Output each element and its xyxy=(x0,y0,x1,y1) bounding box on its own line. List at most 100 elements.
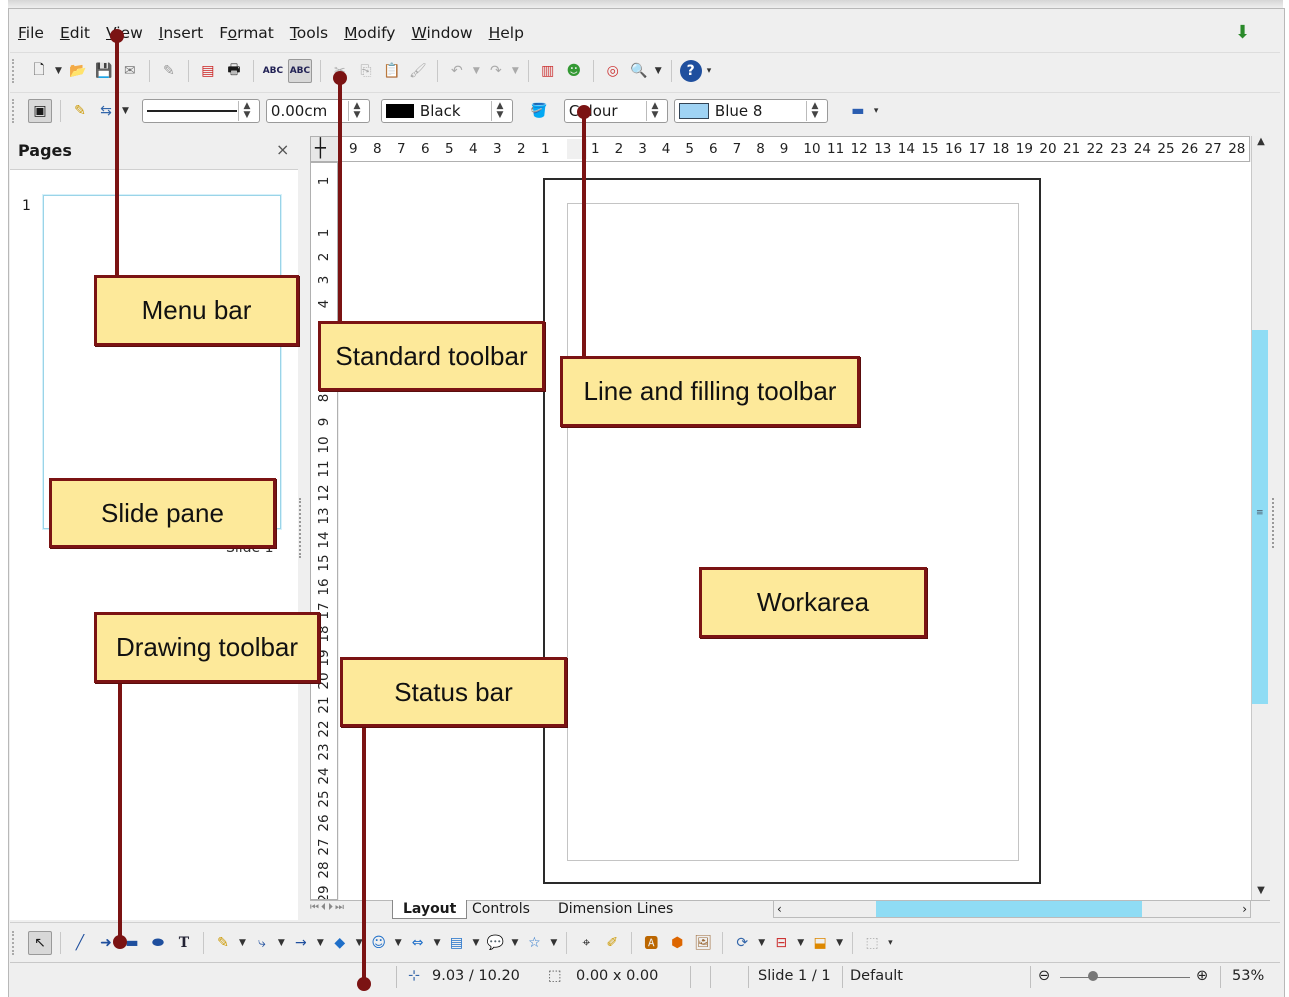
toolbar-overflow-arrow[interactable]: ▾ xyxy=(707,66,712,76)
menu-item-edit[interactable]: Edit xyxy=(52,24,98,42)
line-tool-icon[interactable]: ╱ xyxy=(69,932,91,954)
symbol-shapes-icon[interactable]: ☺ xyxy=(368,932,390,954)
undo-dropdown-arrow[interactable]: ▼ xyxy=(473,66,480,76)
line-color-spinner[interactable]: ▲ ▼ xyxy=(490,101,508,121)
area-color-spinner[interactable]: ▲ ▼ xyxy=(805,101,823,121)
tab-navigation-icon[interactable]: ⏮⏴⏵⏭ xyxy=(310,902,346,913)
tab-layout[interactable]: Layout xyxy=(392,900,468,919)
styles-icon[interactable]: ▣ xyxy=(28,99,52,123)
toolbar-grip[interactable] xyxy=(12,59,20,83)
menu-item-view[interactable]: View xyxy=(98,24,151,42)
menu-item-file[interactable]: File xyxy=(10,24,52,42)
basic-shapes-icon[interactable]: ◆ xyxy=(329,932,351,954)
area-style-spinner[interactable]: ▲ ▼ xyxy=(645,101,663,121)
menu-item-format[interactable]: Format xyxy=(211,24,282,42)
alignment-icon[interactable]: ⊟ xyxy=(770,932,792,954)
text-tool-icon[interactable]: T xyxy=(173,932,195,954)
toolbar-grip[interactable] xyxy=(12,931,20,955)
block-arrows-dropdown[interactable]: ▼ xyxy=(434,938,441,948)
horizontal-ruler[interactable]: 9 8 7 6 5 4 3 2 1 1 2 3 4 5 6 7 8 9 10 11 12 13 14 15 16 17 18 19 20… xyxy=(310,136,1250,162)
arrange-icon[interactable]: ⬓ xyxy=(809,932,831,954)
close-icon[interactable]: × xyxy=(276,140,289,159)
fontwork-icon[interactable]: 🅰 xyxy=(640,932,662,954)
splitter-grip[interactable] xyxy=(299,498,307,558)
image-icon[interactable]: 🖼 xyxy=(692,932,714,954)
symbol-shapes-dropdown[interactable]: ▼ xyxy=(395,938,402,948)
redo-dropdown-arrow[interactable]: ▼ xyxy=(512,66,519,76)
zoom-out-icon[interactable]: ⊖ xyxy=(1038,968,1050,984)
redo-icon[interactable]: ↷ xyxy=(485,60,507,82)
navigator-icon[interactable]: ◎ xyxy=(602,60,624,82)
side-grip[interactable] xyxy=(1272,498,1280,548)
curve-dropdown[interactable]: ▼ xyxy=(239,938,246,948)
horizontal-scroll-thumb[interactable] xyxy=(876,901,1142,917)
menu-item-insert[interactable]: Insert xyxy=(151,24,211,42)
line-width-spinner[interactable]: ▲ ▼ xyxy=(347,101,365,121)
line-icon[interactable]: ✎ xyxy=(69,100,91,122)
arrange-dropdown[interactable]: ▼ xyxy=(836,938,843,948)
flowchart-dropdown[interactable]: ▼ xyxy=(473,938,480,948)
scroll-up-icon[interactable]: ▲ xyxy=(1252,136,1270,147)
flowchart-icon[interactable]: ▤ xyxy=(446,932,468,954)
line-color-select[interactable]: Black ▲ ▼ xyxy=(380,99,513,123)
arrow-style-dropdown[interactable]: ▼ xyxy=(122,106,129,116)
alignment-dropdown[interactable]: ▼ xyxy=(797,938,804,948)
tab-stop-icon[interactable]: ┼ xyxy=(315,138,326,159)
curve-icon[interactable]: ✎ xyxy=(212,932,234,954)
new-document-icon[interactable]: 🗋 xyxy=(28,60,50,82)
zoom-in-icon[interactable]: ⊕ xyxy=(1196,968,1208,984)
open-folder-icon[interactable]: 📂 xyxy=(67,60,89,82)
zoom-dropdown-arrow[interactable]: ▼ xyxy=(655,66,662,76)
autospellcheck-icon[interactable]: ABC xyxy=(287,59,312,83)
save-icon[interactable]: 💾 xyxy=(93,60,115,82)
from-file-icon[interactable]: ⬢ xyxy=(666,932,688,954)
download-icon[interactable]: ⬇ xyxy=(1235,22,1257,43)
scroll-right-icon[interactable]: › xyxy=(1242,902,1247,916)
line-style-select[interactable]: ▲ ▼ xyxy=(141,99,260,123)
toolbar-overflow-arrow[interactable]: ▾ xyxy=(888,938,893,948)
export-pdf-icon[interactable]: ▤ xyxy=(197,60,219,82)
select-pointer-icon[interactable]: ↖ xyxy=(28,931,52,955)
stars-dropdown[interactable]: ▼ xyxy=(550,938,557,948)
callouts-icon[interactable]: 💬 xyxy=(484,932,506,954)
new-dropdown-arrow[interactable]: ▼ xyxy=(55,66,62,76)
gallery-icon[interactable]: ☻ xyxy=(563,60,585,82)
menu-item-tools[interactable]: Tools xyxy=(282,24,336,42)
vertical-ruler[interactable]: 1123456789101112131415161718192021222324… xyxy=(310,162,338,900)
area-color-select[interactable]: Blue 8 ▲ ▼ xyxy=(673,99,828,123)
callouts-dropdown[interactable]: ▼ xyxy=(511,938,518,948)
shadow-icon[interactable]: ▬ xyxy=(847,100,869,122)
toolbar-grip[interactable] xyxy=(12,99,20,123)
zoom-icon[interactable]: 🔍 xyxy=(628,60,650,82)
tab-controls[interactable]: Controls xyxy=(462,900,540,918)
3d-extrusion-icon[interactable]: ⬚ xyxy=(861,932,883,954)
print-icon[interactable]: 🖶 xyxy=(223,60,245,82)
scroll-left-icon[interactable]: ‹ xyxy=(777,902,782,916)
scroll-down-icon[interactable]: ▼ xyxy=(1252,885,1270,896)
toolbar-overflow-arrow[interactable]: ▾ xyxy=(874,106,879,116)
zoom-slider-handle[interactable] xyxy=(1088,971,1098,981)
line-width-field[interactable]: 0.00cm ▲ ▼ xyxy=(265,99,370,123)
lines-arrows-icon[interactable]: → xyxy=(290,932,312,954)
edit-file-icon[interactable]: ✎ xyxy=(158,60,180,82)
menu-item-window[interactable]: Window xyxy=(403,24,480,42)
menu-item-modify[interactable]: Modify xyxy=(336,24,403,42)
clone-formatting-icon[interactable]: 🖌 xyxy=(407,60,429,82)
menu-item-help[interactable]: Help xyxy=(481,24,532,42)
stars-icon[interactable]: ☆ xyxy=(523,932,545,954)
undo-icon[interactable]: ↶ xyxy=(446,60,468,82)
effects-dropdown[interactable]: ▼ xyxy=(758,938,765,948)
points-icon[interactable]: ⌖ xyxy=(575,932,597,954)
vertical-scroll-thumb[interactable]: ≡ xyxy=(1252,330,1268,704)
help-icon[interactable]: ? xyxy=(679,60,702,82)
paste-icon[interactable]: 📋 xyxy=(381,60,403,82)
effects-icon[interactable]: ⟳ xyxy=(731,932,753,954)
tab-dimension-lines[interactable]: Dimension Lines xyxy=(548,900,683,918)
block-arrows-icon[interactable]: ⇔ xyxy=(407,932,429,954)
copy-icon[interactable]: ⎘ xyxy=(355,60,377,82)
ellipse-icon[interactable]: ⬬ xyxy=(147,932,169,954)
zoom-slider-track[interactable] xyxy=(1060,977,1190,978)
chart-icon[interactable]: ▥ xyxy=(537,60,559,82)
connector-icon[interactable]: ⤷ xyxy=(251,932,273,954)
connector-dropdown[interactable]: ▼ xyxy=(278,938,285,948)
